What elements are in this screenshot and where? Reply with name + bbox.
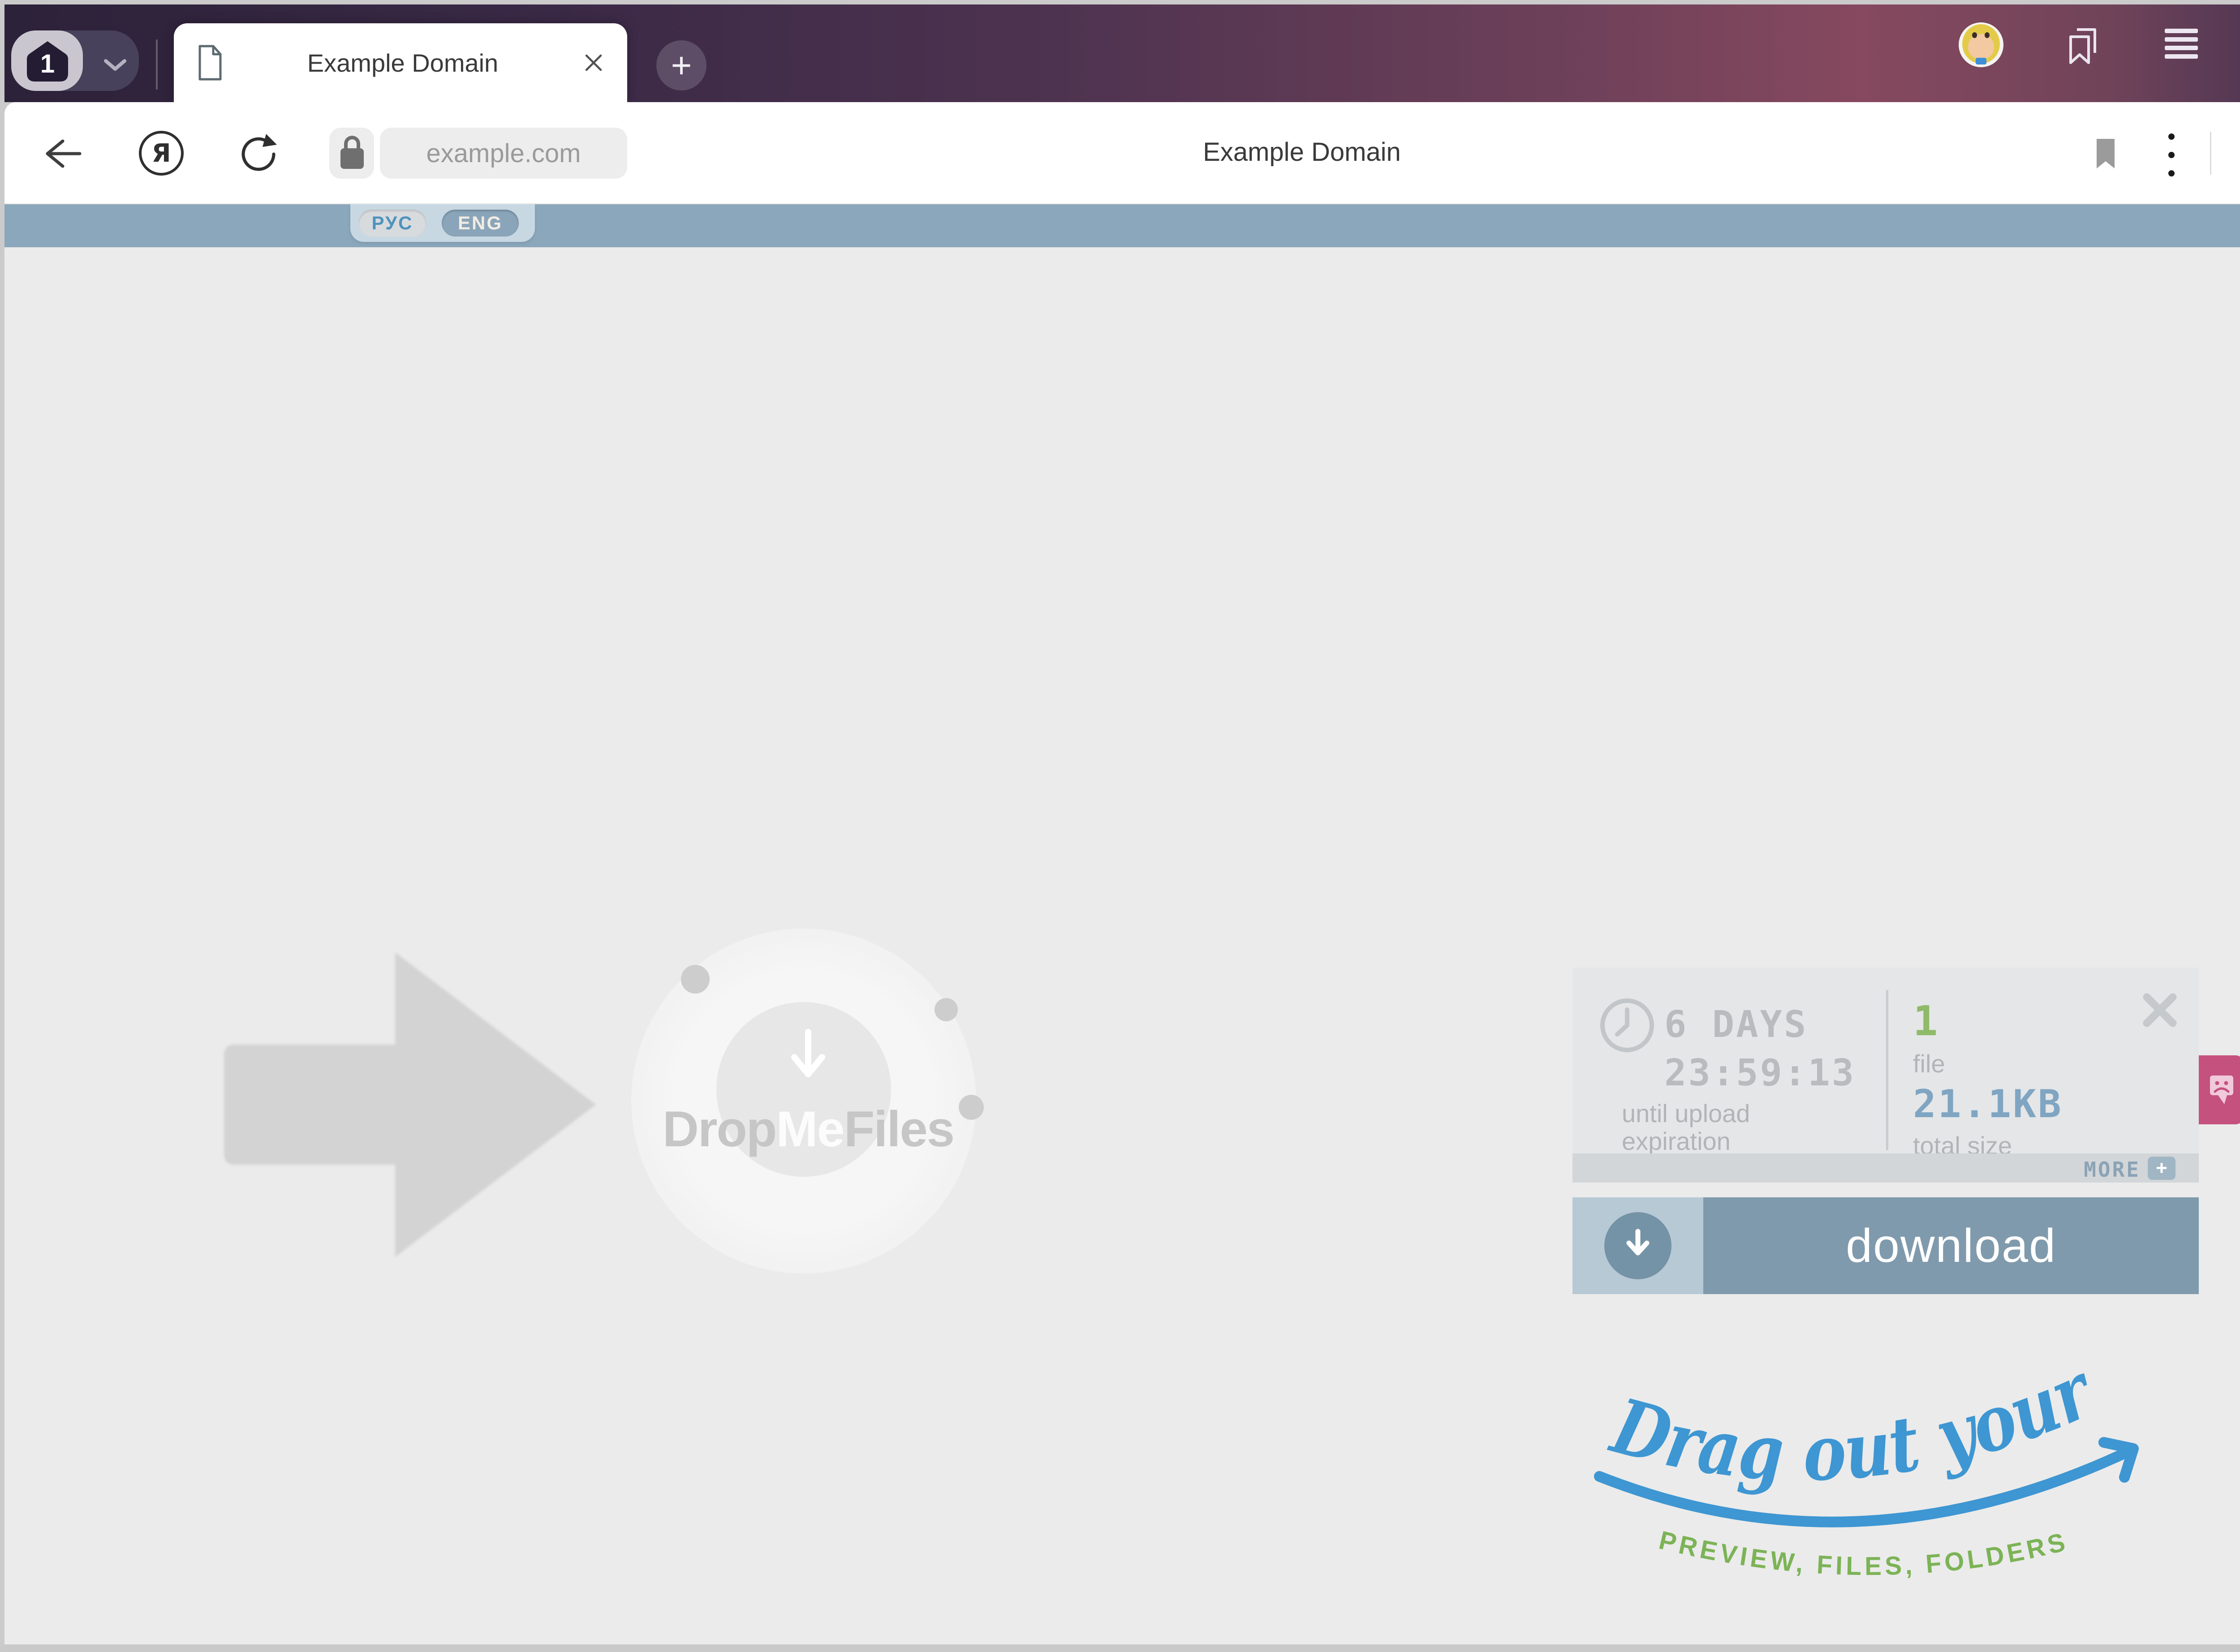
logo-satellite-dot xyxy=(935,998,958,1021)
tab-count-label: 1 xyxy=(40,49,55,78)
plus-icon: + xyxy=(2156,1157,2167,1179)
drag-subline-text: PREVIEW, FILES, FOLDERS xyxy=(1656,1526,2071,1581)
page-file-icon xyxy=(196,44,223,81)
site-security-button[interactable] xyxy=(329,128,374,179)
bookmark-icon[interactable] xyxy=(2093,136,2118,171)
panel-close-icon[interactable] xyxy=(2141,991,2179,1029)
tab-title: Example Domain xyxy=(237,48,569,77)
avatar-bow xyxy=(1976,58,1986,65)
chevron-down-icon[interactable] xyxy=(102,57,128,73)
lang-rus-button[interactable]: РУС xyxy=(358,210,426,237)
file-count-label: file xyxy=(1913,1049,1945,1078)
dropmefiles-logo: DropMeFiles xyxy=(584,1100,1032,1158)
lang-rus-label: РУС xyxy=(372,212,414,234)
page-top-bar xyxy=(4,204,2240,247)
avatar-eye xyxy=(1985,32,1990,38)
yandex-logo-button[interactable]: Я xyxy=(139,131,184,176)
tab-bar: 1 Example Domain + xyxy=(4,4,2240,102)
logo-files: Files xyxy=(844,1101,954,1157)
clock-icon xyxy=(1597,995,1658,1056)
user-avatar[interactable] xyxy=(1959,22,2003,67)
yandex-letter: Я xyxy=(151,139,171,168)
download-circle xyxy=(1604,1212,1671,1279)
back-button[interactable] xyxy=(40,138,82,170)
logo-download-arrow-icon xyxy=(788,1028,828,1090)
avatar-face xyxy=(1968,34,1994,59)
download-arrow-icon xyxy=(1624,1227,1652,1265)
url-text: example.com xyxy=(426,138,581,168)
download-button[interactable]: download xyxy=(1572,1197,2199,1294)
download-button-icon-cell[interactable] xyxy=(1572,1197,1703,1294)
page-content: РУС ENG DropMeFiles 6 DAYS 23:59:13 unti… xyxy=(4,204,2240,1644)
menu-icon[interactable] xyxy=(2165,29,2198,63)
drag-headline-text: Drag out your xyxy=(1602,1345,2108,1498)
lang-eng-label: ENG xyxy=(458,212,503,234)
logo-drop: Drop xyxy=(663,1101,776,1157)
tab-group-icon[interactable]: 1 xyxy=(26,39,69,83)
more-plus-button[interactable]: + xyxy=(2148,1157,2175,1180)
new-tab-button[interactable]: + xyxy=(656,40,706,90)
browser-tab[interactable]: Example Domain xyxy=(174,23,627,102)
avatar-eye xyxy=(1972,32,1977,38)
kebab-menu-icon[interactable] xyxy=(2168,133,2175,189)
upload-info-panel: 6 DAYS 23:59:13 until upload expiration … xyxy=(1572,968,2199,1183)
logo-me: Me xyxy=(776,1101,844,1157)
download-button-label[interactable]: download xyxy=(1703,1197,2199,1294)
logo-satellite-dot xyxy=(681,965,710,994)
file-count: 1 xyxy=(1913,997,1939,1045)
more-button[interactable]: MORE xyxy=(2084,1157,2141,1182)
sad-face-bubble-icon xyxy=(2207,1071,2236,1109)
expiration-label: until upload expiration xyxy=(1622,1100,1750,1155)
expiration-countdown: 23:59:13 xyxy=(1664,1052,1856,1094)
collections-icon[interactable] xyxy=(2065,25,2100,65)
toolbar: Я example.com Example Domain ! xyxy=(4,102,2240,204)
drag-out-annotation: Drag out your PREVIEW, FILES, FOLDERS xyxy=(1546,1315,2200,1611)
toolbar-divider xyxy=(2210,132,2211,175)
panel-divider xyxy=(1886,990,1888,1150)
drop-arrow-graphic xyxy=(211,934,609,1275)
tabbar-separator xyxy=(156,39,158,90)
page-title: Example Domain xyxy=(1075,137,1529,167)
total-size-value: 21.1KB xyxy=(1913,1082,2063,1127)
tab-close-icon[interactable] xyxy=(582,52,605,74)
expiration-days: 6 DAYS xyxy=(1664,1003,1808,1046)
language-switcher: РУС ENG xyxy=(350,204,535,242)
feedback-side-tab[interactable] xyxy=(2199,1055,2240,1124)
lang-eng-button[interactable]: ENG xyxy=(442,210,519,237)
address-bar[interactable]: example.com xyxy=(380,128,627,179)
refresh-button[interactable] xyxy=(237,133,279,174)
panel-footer: MORE + xyxy=(1572,1153,2199,1183)
